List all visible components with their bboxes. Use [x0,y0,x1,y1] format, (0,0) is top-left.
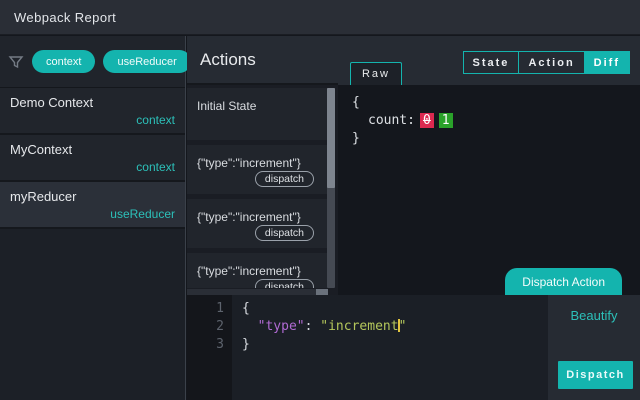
inspector-header: Raw State Action Diff [338,36,640,85]
dispatch-button[interactable]: Dispatch [558,361,633,389]
diff-added-value: 1 [439,113,453,128]
context-item-label: MyContext [10,142,175,157]
state-inspector: Raw State Action Diff { count: 01 } Dispa… [338,36,640,295]
view-tab-group: State Action Diff [463,51,630,74]
line-number: 1 [187,300,224,318]
diff-open-brace: { [352,94,640,112]
topbar: Webpack Report [0,0,640,35]
filter-bar: context useReducer [0,36,185,88]
actions-list: Initial State {"type":"increment"} dispa… [187,88,328,288]
actions-header: Actions [187,36,338,85]
context-item-tag: context [136,113,175,127]
context-item-tag: context [136,160,175,174]
diff-entry-count: count: 01 [352,112,640,130]
json-separator: : [305,319,321,334]
context-item-demo-context[interactable]: Demo Context context [0,88,185,135]
diff-view: { count: 01 } Dispatch Action [338,85,640,295]
action-item-label: {"type":"increment"} [197,264,301,278]
json-string-value: "increment [320,319,398,334]
devtool-window: Webpack Report context useReducer Demo C… [0,0,640,400]
tab-state[interactable]: State [464,52,520,73]
vertical-scrollbar-thumb[interactable] [327,88,335,188]
dispatch-action-button[interactable]: Dispatch Action [505,268,622,295]
context-item-label: Demo Context [10,95,175,110]
context-sidebar: context useReducer Demo Context context … [0,36,186,400]
tab-raw[interactable]: Raw [350,62,402,85]
tab-action[interactable]: Action [519,52,584,73]
tab-diff[interactable]: Diff [585,52,629,73]
dispatch-chip-button[interactable]: dispatch [255,225,314,241]
diff-close-brace: } [352,130,640,148]
action-item-increment-3[interactable]: {"type":"increment"} dispatch [187,253,328,288]
action-item-label: {"type":"increment"} [197,156,301,170]
context-item-label: myReducer [10,189,175,204]
action-item-initial-state[interactable]: Initial State [187,88,328,140]
json-string-close-quote: " [399,319,407,334]
dispatch-side-panel: Beautify Dispatch [548,295,640,400]
line-number: 2 [187,318,224,336]
editor-code-area[interactable]: { "type": "increment" } [232,295,548,400]
editor-gutter: 1 2 3 [187,295,232,400]
filter-icon[interactable] [8,54,24,70]
action-item-increment-2[interactable]: {"type":"increment"} dispatch [187,199,328,248]
filter-tag-context[interactable]: context [32,50,95,73]
indent [242,319,258,334]
window-title: Webpack Report [0,10,116,25]
dispatch-chip-button[interactable]: dispatch [255,279,314,288]
dispatch-chip-button[interactable]: dispatch [255,171,314,187]
action-item-label: Initial State [197,99,256,113]
context-item-tag: useReducer [110,207,175,221]
actions-panel: Actions Initial State {"type":"increment… [187,36,338,295]
context-item-mycontext[interactable]: MyContext context [0,135,185,182]
diff-removed-value: 0 [420,113,434,128]
beautify-button[interactable]: Beautify [571,308,618,323]
action-json-editor: 1 2 3 { "type": "increment" } [187,295,548,400]
action-item-increment-1[interactable]: {"type":"increment"} dispatch [187,145,328,194]
code-line-3: } [242,336,548,354]
filter-tag-usereducer[interactable]: useReducer [103,50,190,73]
code-line-1: { [242,300,548,318]
line-number: 3 [187,336,224,354]
actions-title: Actions [200,50,256,70]
diff-key: count: [368,113,415,128]
json-key: "type" [258,319,305,334]
action-item-label: {"type":"increment"} [197,210,301,224]
context-item-myreducer[interactable]: myReducer useReducer [0,182,185,229]
code-line-2: "type": "increment" [242,318,548,336]
actions-vertical-scrollbar[interactable] [327,88,335,288]
